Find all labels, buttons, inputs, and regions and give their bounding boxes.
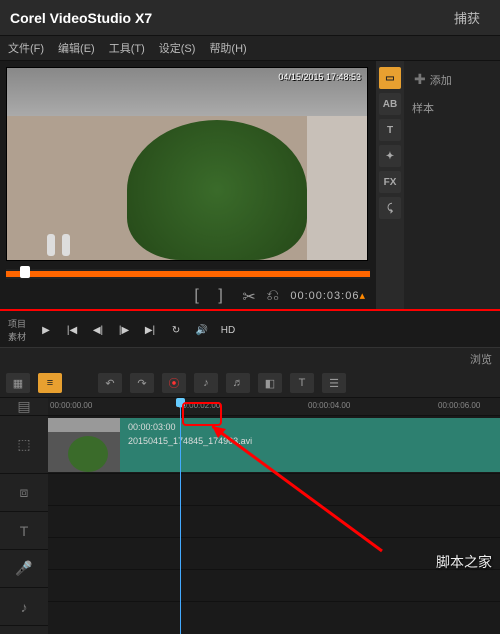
end-button[interactable]: ▶| <box>140 321 160 339</box>
hd-button[interactable]: HD <box>218 321 238 339</box>
cut-icon[interactable]: ✂ <box>242 287 258 303</box>
prev-frame-button[interactable]: ◀| <box>88 321 108 339</box>
menu-edit[interactable]: 编辑(E) <box>58 40 95 56</box>
chapter-icon[interactable]: ◧ <box>258 373 282 393</box>
clip-duration: 00:00:03:00 <box>128 422 252 432</box>
undo-button[interactable]: ↶ <box>98 373 122 393</box>
clip-filename: 20150415_174845_174903.avi <box>128 436 252 446</box>
video-track[interactable]: 00:00:03:00 20150415_174845_174903.avi <box>48 416 500 474</box>
track-manager-icon[interactable]: ☰ <box>322 373 346 393</box>
media-tool-icon[interactable]: ▭ <box>379 67 401 89</box>
track-headers: ▤ ⬚ ⧈ T 🎤 ♪ <box>0 398 48 634</box>
library-panel: ✚ 添加 样本 <box>404 61 500 309</box>
video-clip[interactable]: 00:00:03:00 20150415_174845_174903.avi <box>48 418 500 472</box>
title-tool-icon[interactable]: T <box>379 119 401 141</box>
storyboard-view-icon[interactable]: ▦ <box>6 373 30 393</box>
video-track-header[interactable]: ⬚ <box>0 416 48 474</box>
menu-tools[interactable]: 工具(T) <box>109 40 145 56</box>
mark-in-icon[interactable]: [ <box>194 287 210 303</box>
scrubber-thumb[interactable] <box>20 266 30 278</box>
library-footer: 浏览 <box>0 347 500 369</box>
voice-track-header[interactable]: 🎤 <box>0 550 48 588</box>
graphic-tool-icon[interactable]: ✦ <box>379 145 401 167</box>
auto-music-icon[interactable]: ♬ <box>226 373 250 393</box>
path-tool-icon[interactable]: ⤹ <box>379 197 401 219</box>
timeline-tracks[interactable]: 00:00:00.00 00:00:02.00 00:00:04.00 00:0… <box>48 398 500 634</box>
music-track[interactable] <box>48 570 500 602</box>
subtitle-icon[interactable]: T <box>290 373 314 393</box>
volume-icon[interactable]: 🔊 <box>192 321 212 339</box>
timeline-toolbar: ▦ ≡ ↶ ↷ ⦿ ♪ ♬ ◧ T ☰ <box>0 369 500 398</box>
annotation-red-line <box>0 309 500 311</box>
browse-button[interactable]: 浏览 <box>470 351 492 367</box>
sample-folder[interactable]: 样本 <box>410 96 494 120</box>
watermark: 脚本之家 <box>436 552 492 572</box>
next-frame-button[interactable]: |▶ <box>114 321 134 339</box>
voice-track[interactable] <box>48 538 500 570</box>
workspace: 04/15/2015 17:48:53 [ ] ✂ ⎌ 00:00:03:06▴… <box>0 61 500 309</box>
timeline-view-icon[interactable]: ≡ <box>38 373 62 393</box>
timecode-display[interactable]: 00:00:03:06▴ <box>290 289 366 302</box>
title-track-header[interactable]: T <box>0 512 48 550</box>
mixer-icon[interactable]: ♪ <box>194 373 218 393</box>
scrubber[interactable] <box>6 269 370 279</box>
preview-timestamp: 04/15/2015 17:48:53 <box>278 72 361 82</box>
preview-area: 04/15/2015 17:48:53 [ ] ✂ ⎌ 00:00:03:06▴ <box>0 61 376 309</box>
mark-out-icon[interactable]: ] <box>218 287 234 303</box>
clip-thumbnail <box>48 418 120 472</box>
record-button[interactable]: ⦿ <box>162 373 186 393</box>
trim-controls: [ ] ✂ ⎌ 00:00:03:06▴ <box>6 287 370 303</box>
capture-tab[interactable]: 捕获 <box>444 6 490 29</box>
repeat-button[interactable]: ↻ <box>166 321 186 339</box>
app-title: Corel VideoStudio X7 <box>10 10 152 26</box>
redo-button[interactable]: ↷ <box>130 373 154 393</box>
home-button[interactable]: |◀ <box>62 321 82 339</box>
add-label: 添加 <box>430 72 452 88</box>
playhead[interactable] <box>180 398 181 634</box>
play-button[interactable]: ▶ <box>36 321 56 339</box>
title-track[interactable] <box>48 506 500 538</box>
plus-icon: ✚ <box>414 71 426 88</box>
ruler-header: ▤ <box>0 398 48 416</box>
side-toolbar: ▭ AB T ✦ FX ⤹ <box>376 61 404 309</box>
menu-settings[interactable]: 设定(S) <box>159 40 196 56</box>
transition-tool-icon[interactable]: AB <box>379 93 401 115</box>
overlay-track[interactable] <box>48 474 500 506</box>
timeline: ▤ ⬚ ⧈ T 🎤 ♪ 00:00:00.00 00:00:02.00 00:0… <box>0 398 500 634</box>
playback-bar: 项目 素材 ▶ |◀ ◀| |▶ ▶| ↻ 🔊 HD <box>0 313 500 347</box>
filter-tool-icon[interactable]: FX <box>379 171 401 193</box>
split-icon[interactable]: ⎌ <box>266 287 282 303</box>
music-track-header[interactable]: ♪ <box>0 588 48 626</box>
time-ruler[interactable]: 00:00:00.00 00:00:02.00 00:00:04.00 00:0… <box>48 398 500 416</box>
title-bar: Corel VideoStudio X7 捕获 <box>0 0 500 36</box>
add-folder-button[interactable]: ✚ 添加 <box>410 67 494 92</box>
menu-bar: 文件(F) 编辑(E) 工具(T) 设定(S) 帮助(H) <box>0 36 500 61</box>
preview-monitor[interactable]: 04/15/2015 17:48:53 <box>6 67 368 261</box>
mode-toggle[interactable]: 项目 素材 <box>8 317 26 343</box>
menu-file[interactable]: 文件(F) <box>8 40 44 56</box>
overlay-track-header[interactable]: ⧈ <box>0 474 48 512</box>
menu-help[interactable]: 帮助(H) <box>209 40 246 56</box>
